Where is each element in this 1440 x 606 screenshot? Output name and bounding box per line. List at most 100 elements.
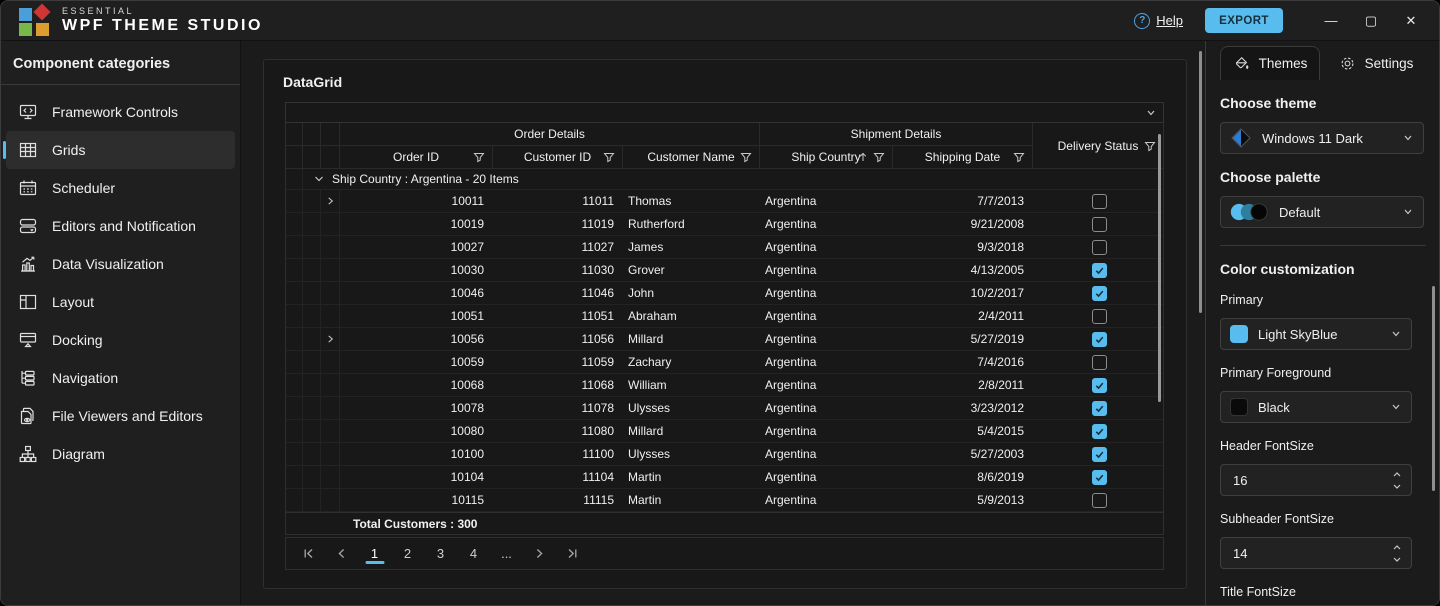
page-button-3[interactable]: 3 — [424, 538, 457, 569]
sidebar-item-editors-and-notification[interactable]: Editors and Notification — [6, 207, 235, 245]
check-icon — [1094, 472, 1105, 483]
grid-options-combobox[interactable] — [285, 102, 1164, 123]
subheader-fontsize-spinner[interactable]: 14 — [1220, 537, 1412, 569]
paint-bucket-icon — [1233, 55, 1250, 72]
table-row[interactable]: 1001111011ThomasArgentina7/7/2013 — [286, 190, 1163, 213]
indent-cell — [286, 213, 303, 235]
last-page-button[interactable] — [556, 538, 589, 569]
column-header-customer-name[interactable]: Customer Name — [623, 146, 760, 169]
next-page-button[interactable] — [523, 538, 556, 569]
table-row[interactable]: 1003011030GroverArgentina4/13/2005 — [286, 259, 1163, 282]
primary-foreground-dropdown[interactable]: Black — [1220, 391, 1412, 423]
sidebar-item-framework-controls[interactable]: Framework Controls — [6, 93, 235, 131]
collapse-group-icon[interactable] — [313, 173, 325, 185]
sidebar-item-navigation[interactable]: Navigation — [6, 359, 235, 397]
theme-dropdown[interactable]: Windows 11 Dark — [1220, 122, 1424, 154]
page-button-2[interactable]: 2 — [391, 538, 424, 569]
sidebar-item-data-visualization[interactable]: Data Visualization — [6, 245, 235, 283]
delivery-checkbox[interactable] — [1092, 447, 1107, 462]
spinner-down-icon[interactable] — [1392, 482, 1402, 490]
column-header-order-id[interactable]: Order ID — [340, 146, 493, 169]
delivery-checkbox[interactable] — [1092, 332, 1107, 347]
cell-order-id: 10068 — [340, 374, 493, 396]
sidebar-item-label: Scheduler — [52, 180, 115, 196]
row-expander-cell — [321, 190, 340, 212]
tab-settings[interactable]: Settings — [1320, 46, 1432, 80]
delivery-checkbox[interactable] — [1092, 378, 1107, 393]
delivery-checkbox[interactable] — [1092, 355, 1107, 370]
previous-page-button[interactable] — [325, 538, 358, 569]
primary-color-dropdown[interactable]: Light SkyBlue — [1220, 318, 1412, 350]
table-row[interactable]: 1001911019RutherfordArgentina9/21/2008 — [286, 213, 1163, 236]
table-row[interactable]: 1007811078UlyssesArgentina3/23/2012 — [286, 397, 1163, 420]
delivery-checkbox[interactable] — [1092, 470, 1107, 485]
table-row[interactable]: 1005111051AbrahamArgentina2/4/2011 — [286, 305, 1163, 328]
sidebar-item-label: Layout — [52, 294, 94, 310]
table-row[interactable]: 1005911059ZacharyArgentina7/4/2016 — [286, 351, 1163, 374]
column-header-customer-id[interactable]: Customer ID — [493, 146, 623, 169]
pager-ellipsis[interactable]: ... — [490, 538, 523, 569]
table-row[interactable]: 1004611046JohnArgentina10/2/2017 — [286, 282, 1163, 305]
filter-icon[interactable] — [603, 151, 615, 163]
delivery-checkbox[interactable] — [1092, 309, 1107, 324]
delivery-checkbox[interactable] — [1092, 240, 1107, 255]
cell-customer-id: 11104 — [493, 466, 623, 488]
delivery-checkbox[interactable] — [1092, 424, 1107, 439]
theme-swatch-icon — [1230, 127, 1252, 149]
table-row[interactable]: 1010011100UlyssesArgentina5/27/2003 — [286, 443, 1163, 466]
first-page-button[interactable] — [292, 538, 325, 569]
table-row[interactable]: 1010411104MartinArgentina8/6/2019 — [286, 466, 1163, 489]
filter-icon[interactable] — [473, 151, 485, 163]
page-button-1[interactable]: 1 — [358, 538, 391, 569]
selected-indicator — [3, 141, 6, 159]
table-row[interactable]: 1011511115MartinArgentina5/9/2013 — [286, 489, 1163, 512]
sidebar-item-scheduler[interactable]: Scheduler — [6, 169, 235, 207]
delivery-checkbox[interactable] — [1092, 263, 1107, 278]
minimize-button[interactable]: — — [1311, 1, 1351, 41]
delivery-checkbox[interactable] — [1092, 194, 1107, 209]
sidebar-item-layout[interactable]: Layout — [6, 283, 235, 321]
spinner-up-icon[interactable] — [1392, 470, 1402, 478]
export-button[interactable]: EXPORT — [1205, 8, 1283, 33]
filter-icon[interactable] — [1013, 151, 1025, 163]
column-header-shipping-date[interactable]: Shipping Date — [893, 146, 1033, 169]
tab-label: Settings — [1365, 56, 1414, 71]
sidebar-item-grids[interactable]: Grids — [6, 131, 235, 169]
table-row[interactable]: 1005611056MillardArgentina5/27/2019 — [286, 328, 1163, 351]
spinner-down-icon[interactable] — [1392, 555, 1402, 563]
column-header-ship-country[interactable]: Ship Country — [760, 146, 893, 169]
check-icon — [1094, 426, 1105, 437]
filter-icon[interactable] — [740, 151, 752, 163]
cell-delivery-status — [1033, 213, 1165, 235]
help-link[interactable]: ? Help — [1134, 13, 1183, 29]
delivery-checkbox[interactable] — [1092, 493, 1107, 508]
sidebar-item-docking[interactable]: Docking — [6, 321, 235, 359]
panel-vertical-scrollbar[interactable] — [1432, 286, 1435, 491]
filter-icon[interactable] — [873, 151, 885, 163]
sidebar-item-diagram[interactable]: Diagram — [6, 435, 235, 473]
table-row[interactable]: 1006811068WilliamArgentina2/8/2011 — [286, 374, 1163, 397]
delivery-checkbox[interactable] — [1092, 401, 1107, 416]
column-header-delivery-status[interactable]: Delivery Status — [1033, 123, 1163, 169]
indent-cell — [303, 282, 321, 304]
brand-wpf-theme-studio: WPF THEME STUDIO — [62, 17, 263, 35]
header-fontsize-spinner[interactable]: 16 — [1220, 464, 1412, 496]
delivery-checkbox[interactable] — [1092, 217, 1107, 232]
cell-order-id: 10059 — [340, 351, 493, 373]
group-caption-row[interactable]: Ship Country : Argentina - 20 Items — [286, 169, 1163, 190]
page-button-4[interactable]: 4 — [457, 538, 490, 569]
main-vertical-scrollbar[interactable] — [1199, 51, 1202, 313]
table-row[interactable]: 1008011080MillardArgentina5/4/2015 — [286, 420, 1163, 443]
close-button[interactable]: ✕ — [1391, 1, 1431, 41]
delivery-checkbox[interactable] — [1092, 286, 1107, 301]
maximize-button[interactable]: ▢ — [1351, 1, 1391, 41]
expand-row-icon[interactable] — [326, 195, 335, 207]
grid-vertical-scrollbar[interactable] — [1158, 134, 1161, 402]
filter-icon[interactable] — [1144, 140, 1156, 152]
expand-row-icon[interactable] — [326, 333, 335, 345]
sidebar-item-file-viewers-and-editors[interactable]: File Viewers and Editors — [6, 397, 235, 435]
palette-dropdown[interactable]: Default — [1220, 196, 1424, 228]
spinner-up-icon[interactable] — [1392, 543, 1402, 551]
table-row[interactable]: 1002711027JamesArgentina9/3/2018 — [286, 236, 1163, 259]
tab-themes[interactable]: Themes — [1220, 46, 1320, 80]
